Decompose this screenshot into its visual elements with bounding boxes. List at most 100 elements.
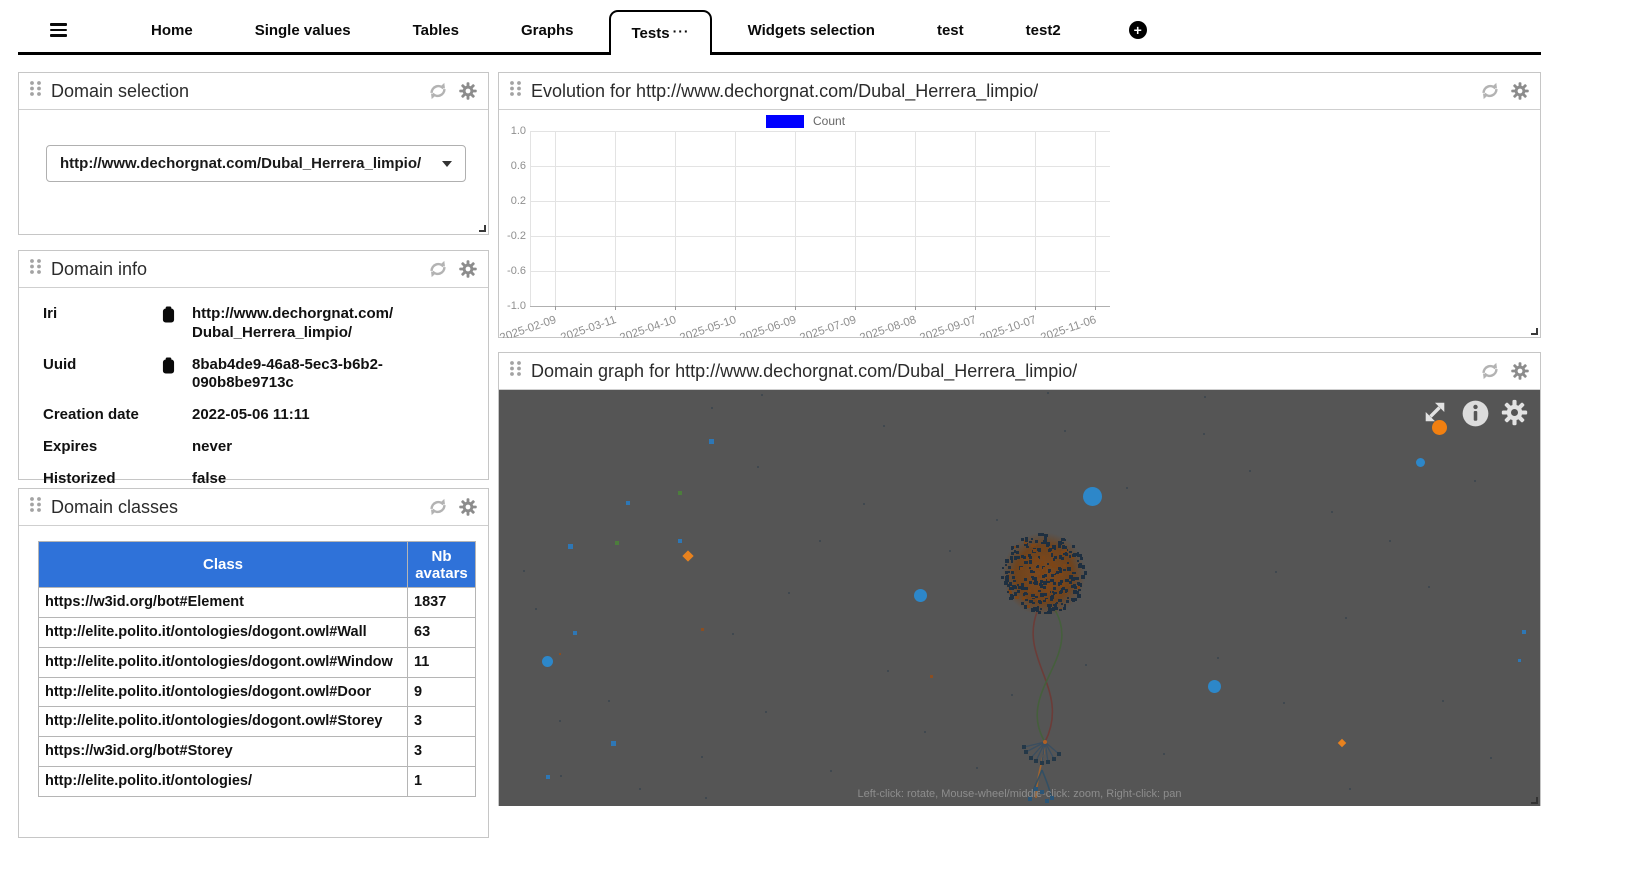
gear-icon[interactable] xyxy=(1510,361,1530,381)
graph-cluster-dot xyxy=(1024,605,1027,608)
graph-cluster-dot xyxy=(1066,600,1068,602)
resize-handle[interactable] xyxy=(1531,797,1538,804)
x-gridline xyxy=(1095,131,1096,306)
resize-handle[interactable] xyxy=(1531,328,1538,335)
tab-overflow-dots-icon[interactable]: ··· xyxy=(673,23,690,39)
refresh-icon[interactable] xyxy=(427,258,449,280)
tab-home[interactable]: Home xyxy=(125,8,219,52)
gear-icon[interactable] xyxy=(458,497,478,517)
info-label: Expires xyxy=(43,438,162,457)
column-header: Class xyxy=(39,542,408,588)
graph-cluster-dot xyxy=(1044,574,1047,577)
graph-cluster-dot xyxy=(1031,594,1034,597)
graph-canvas[interactable]: Left-click: rotate, Mouse-wheel/middle-c… xyxy=(499,390,1540,806)
graph-cluster-dot xyxy=(1061,588,1064,591)
graph-cluster-dot xyxy=(1062,542,1064,544)
tab-single-values[interactable]: Single values xyxy=(229,8,377,52)
graph-node xyxy=(1011,694,1014,697)
y-axis-tick-label: 0.6 xyxy=(499,160,526,173)
graph-node xyxy=(559,653,561,655)
add-tab-button[interactable]: + xyxy=(1129,21,1147,39)
gear-icon[interactable] xyxy=(1510,81,1530,101)
top-nav: HomeSingle valuesTablesGraphsTests···Wid… xyxy=(18,8,1541,55)
tab-tables[interactable]: Tables xyxy=(387,8,485,52)
graph-cluster-dot xyxy=(1059,609,1061,611)
y-gridline xyxy=(530,306,1110,307)
class-cell: http:/​/​elite.polito.it/​ontologies/​do… xyxy=(39,647,408,677)
drag-handle-icon[interactable] xyxy=(28,80,43,102)
info-value: 8bab4de9-46a8-5ec3-b6b2-090b8be9713c xyxy=(192,356,406,394)
domain-dropdown[interactable]: http://www.dechorgnat.com/Dubal_Herrera_… xyxy=(46,145,466,182)
graph-node xyxy=(678,491,682,495)
refresh-icon[interactable] xyxy=(427,496,449,518)
gear-icon[interactable] xyxy=(458,259,478,279)
drag-handle-icon[interactable] xyxy=(28,496,43,518)
drag-handle-icon[interactable] xyxy=(28,258,43,280)
domain-selection-widget: Domain selection http://www.dechorgnat.c… xyxy=(18,72,489,235)
graph-node xyxy=(1518,659,1521,662)
chevron-down-icon xyxy=(442,161,452,167)
info-row: Creation date2022-05-06 11:11 xyxy=(43,406,488,425)
y-gridline xyxy=(530,236,1110,237)
gear-icon[interactable] xyxy=(1500,398,1529,432)
graph-node xyxy=(711,407,714,410)
refresh-icon[interactable] xyxy=(427,80,449,102)
drag-handle-icon[interactable] xyxy=(508,80,523,102)
widget-title: Domain graph for http://www.dechorgnat.c… xyxy=(531,361,1077,382)
graph-cluster-dot xyxy=(1077,594,1081,598)
drag-handle-icon[interactable] xyxy=(508,360,523,382)
info-value: 2022-05-06 11:11 xyxy=(192,406,406,425)
graph-cluster-dot xyxy=(1061,538,1065,542)
tab-test[interactable]: test xyxy=(911,8,990,52)
graph-node xyxy=(1442,700,1445,703)
graph-node xyxy=(1474,480,1477,483)
graph-node xyxy=(1047,392,1050,395)
graph-cluster-dot xyxy=(1016,545,1019,548)
graph-cluster-dot xyxy=(1033,549,1035,551)
y-gridline xyxy=(530,201,1110,202)
graph-cluster-dot xyxy=(1035,596,1037,598)
graph-cluster-dot xyxy=(1050,579,1053,582)
graph-cluster-dot xyxy=(1069,551,1071,553)
refresh-icon[interactable] xyxy=(1479,360,1501,382)
graph-node xyxy=(819,540,822,543)
widget-header: Domain info xyxy=(19,251,488,288)
graph-cluster-dot xyxy=(1016,556,1020,560)
graph-cluster-dot xyxy=(1046,599,1048,601)
graph-node xyxy=(765,711,768,714)
graph-node xyxy=(1029,756,1032,759)
tab-widgets-selection[interactable]: Widgets selection xyxy=(722,8,901,52)
graph-cluster-dot xyxy=(1034,590,1037,593)
refresh-icon[interactable] xyxy=(1479,80,1501,102)
graph-cluster-dot xyxy=(1069,555,1072,558)
table-row: https:/​/​w3id.org/​bot#Storey3 xyxy=(39,737,476,767)
x-axis-tick xyxy=(795,306,796,310)
widget-title: Domain classes xyxy=(51,497,178,518)
graph-cluster-dot xyxy=(1043,540,1047,544)
class-cell: https:/​/​w3id.org/​bot#Storey xyxy=(39,737,408,767)
graph-cluster-dot xyxy=(1052,564,1055,567)
graph-cluster-dot xyxy=(1026,593,1028,595)
widget-header: Domain classes xyxy=(19,489,488,526)
domain-graph-widget: Domain graph for http://www.dechorgnat.c… xyxy=(498,352,1541,806)
info-label: Uuid xyxy=(43,356,162,394)
copy-to-clipboard-icon[interactable] xyxy=(162,305,192,343)
tab-graphs[interactable]: Graphs xyxy=(495,8,600,52)
graph-cluster-dot xyxy=(1011,547,1013,549)
info-icon[interactable] xyxy=(1462,400,1489,432)
graph-node xyxy=(701,756,704,759)
graph-cluster-dot xyxy=(1084,571,1087,574)
graph-node xyxy=(1203,433,1206,436)
copy-to-clipboard-icon[interactable] xyxy=(162,356,192,394)
gear-icon[interactable] xyxy=(458,81,478,101)
tab-test2[interactable]: test2 xyxy=(1000,8,1087,52)
tab-tests[interactable]: Tests··· xyxy=(609,10,711,55)
graph-cluster-dot xyxy=(1024,561,1028,565)
hamburger-menu-icon[interactable] xyxy=(50,8,67,52)
info-icon-spacer xyxy=(162,438,192,457)
resize-handle[interactable] xyxy=(479,225,486,232)
graph-node xyxy=(761,394,764,397)
widget-title: Evolution for http://www.dechorgnat.com/… xyxy=(531,81,1038,102)
graph-node xyxy=(1208,680,1221,693)
legend-swatch-count xyxy=(766,115,804,128)
